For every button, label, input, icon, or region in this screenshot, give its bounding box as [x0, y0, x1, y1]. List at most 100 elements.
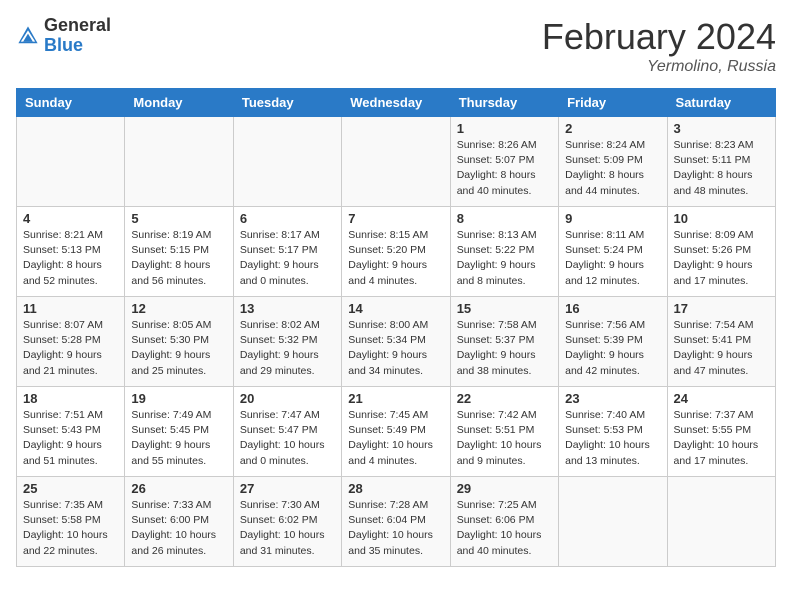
calendar-cell: 1 Sunrise: 8:26 AM Sunset: 5:07 PM Daylig… — [450, 117, 558, 207]
day-info: Sunrise: 8:26 AM Sunset: 5:07 PM Dayligh… — [457, 138, 552, 199]
calendar-cell: 2 Sunrise: 8:24 AM Sunset: 5:09 PM Daylig… — [559, 117, 667, 207]
calendar-week-4: 18 Sunrise: 7:51 AM Sunset: 5:43 PM Dayli… — [17, 387, 776, 477]
calendar-cell: 5Sunrise: 8:19 AM Sunset: 5:15 PM Daylig… — [125, 207, 233, 297]
day-number: 17 — [674, 301, 769, 316]
day-info: Sunrise: 7:42 AM Sunset: 5:51 PM Dayligh… — [457, 408, 552, 469]
header-sunday: Sunday — [17, 89, 125, 117]
day-info: Sunrise: 8:02 AM Sunset: 5:32 PM Dayligh… — [240, 318, 335, 379]
header-thursday: Thursday — [450, 89, 558, 117]
calendar-cell — [17, 117, 125, 207]
day-info: Sunrise: 7:56 AM Sunset: 5:39 PM Dayligh… — [565, 318, 660, 379]
calendar-cell: 4 Sunrise: 8:21 AM Sunset: 5:13 PM Daylig… — [17, 207, 125, 297]
day-info: Sunrise: 7:49 AM Sunset: 5:45 PM Dayligh… — [131, 408, 226, 469]
day-number: 9 — [565, 211, 660, 226]
day-info: Sunrise: 7:37 AM Sunset: 5:55 PM Dayligh… — [674, 408, 769, 469]
calendar-cell — [667, 477, 775, 567]
calendar-cell: 18 Sunrise: 7:51 AM Sunset: 5:43 PM Dayli… — [17, 387, 125, 477]
day-number: 11 — [23, 301, 118, 316]
calendar-cell: 13 Sunrise: 8:02 AM Sunset: 5:32 PM Dayli… — [233, 297, 341, 387]
day-info: Sunrise: 7:47 AM Sunset: 5:47 PM Dayligh… — [240, 408, 335, 469]
day-info: Sunrise: 7:58 AM Sunset: 5:37 PM Dayligh… — [457, 318, 552, 379]
day-number: 19 — [131, 391, 226, 406]
day-info: Sunrise: 8:24 AM Sunset: 5:09 PM Dayligh… — [565, 138, 660, 199]
title-block: February 2024 Yermolino, Russia — [542, 16, 776, 76]
calendar-cell: 24 Sunrise: 7:37 AM Sunset: 5:55 PM Dayli… — [667, 387, 775, 477]
day-number: 13 — [240, 301, 335, 316]
day-number: 22 — [457, 391, 552, 406]
day-info: Sunrise: 8:17 AM Sunset: 5:17 PM Dayligh… — [240, 228, 335, 289]
calendar-cell — [559, 477, 667, 567]
calendar-cell: 14 Sunrise: 8:00 AM Sunset: 5:34 PM Dayli… — [342, 297, 450, 387]
day-info: Sunrise: 8:11 AM Sunset: 5:24 PM Dayligh… — [565, 228, 660, 289]
day-number: 16 — [565, 301, 660, 316]
calendar-cell: 20 Sunrise: 7:47 AM Sunset: 5:47 PM Dayli… — [233, 387, 341, 477]
day-number: 2 — [565, 121, 660, 136]
day-number: 20 — [240, 391, 335, 406]
calendar-cell: 25 Sunrise: 7:35 AM Sunset: 5:58 PM Dayli… — [17, 477, 125, 567]
header-friday: Friday — [559, 89, 667, 117]
day-info: Sunrise: 8:00 AM Sunset: 5:34 PM Dayligh… — [348, 318, 443, 379]
day-number: 18 — [23, 391, 118, 406]
calendar-cell: 27 Sunrise: 7:30 AM Sunset: 6:02 PM Dayli… — [233, 477, 341, 567]
day-info: Sunrise: 8:07 AM Sunset: 5:28 PM Dayligh… — [23, 318, 118, 379]
day-number: 8 — [457, 211, 552, 226]
day-info: Sunrise: 7:51 AM Sunset: 5:43 PM Dayligh… — [23, 408, 118, 469]
month-year: February 2024 — [542, 16, 776, 58]
calendar-cell: 16 Sunrise: 7:56 AM Sunset: 5:39 PM Dayli… — [559, 297, 667, 387]
calendar-cell: 21 Sunrise: 7:45 AM Sunset: 5:49 PM Dayli… — [342, 387, 450, 477]
calendar-week-2: 4 Sunrise: 8:21 AM Sunset: 5:13 PM Daylig… — [17, 207, 776, 297]
calendar-cell: 15 Sunrise: 7:58 AM Sunset: 5:37 PM Dayli… — [450, 297, 558, 387]
day-info: Sunrise: 7:45 AM Sunset: 5:49 PM Dayligh… — [348, 408, 443, 469]
calendar-cell: 9 Sunrise: 8:11 AM Sunset: 5:24 PM Daylig… — [559, 207, 667, 297]
day-info: Sunrise: 7:35 AM Sunset: 5:58 PM Dayligh… — [23, 498, 118, 559]
day-number: 14 — [348, 301, 443, 316]
day-info: Sunrise: 7:33 AM Sunset: 6:00 PM Dayligh… — [131, 498, 226, 559]
calendar-cell: 26 Sunrise: 7:33 AM Sunset: 6:00 PM Dayli… — [125, 477, 233, 567]
day-number: 24 — [674, 391, 769, 406]
location: Yermolino, Russia — [542, 58, 776, 76]
logo-icon — [16, 24, 40, 48]
day-info: Sunrise: 8:15 AM Sunset: 5:20 PM Dayligh… — [348, 228, 443, 289]
logo: General Blue — [16, 16, 111, 56]
day-number: 7 — [348, 211, 443, 226]
day-number: 10 — [674, 211, 769, 226]
calendar-cell: 28 Sunrise: 7:28 AM Sunset: 6:04 PM Dayli… — [342, 477, 450, 567]
calendar-cell: 6 Sunrise: 8:17 AM Sunset: 5:17 PM Daylig… — [233, 207, 341, 297]
day-number: 15 — [457, 301, 552, 316]
calendar-cell: 17 Sunrise: 7:54 AM Sunset: 5:41 PM Dayli… — [667, 297, 775, 387]
calendar-header-row: SundayMondayTuesdayWednesdayThursdayFrid… — [17, 89, 776, 117]
day-info: Sunrise: 8:13 AM Sunset: 5:22 PM Dayligh… — [457, 228, 552, 289]
calendar-cell: 29 Sunrise: 7:25 AM Sunset: 6:06 PM Dayli… — [450, 477, 558, 567]
day-info: Sunrise: 7:25 AM Sunset: 6:06 PM Dayligh… — [457, 498, 552, 559]
day-info: Sunrise: 7:54 AM Sunset: 5:41 PM Dayligh… — [674, 318, 769, 379]
day-number: 3 — [674, 121, 769, 136]
header-monday: Monday — [125, 89, 233, 117]
day-number: 21 — [348, 391, 443, 406]
calendar-table: SundayMondayTuesdayWednesdayThursdayFrid… — [16, 88, 776, 567]
logo-general-text: General — [44, 16, 111, 36]
day-info: Sunrise: 8:05 AM Sunset: 5:30 PM Dayligh… — [131, 318, 226, 379]
calendar-cell: 23Sunrise: 7:40 AM Sunset: 5:53 PM Dayli… — [559, 387, 667, 477]
day-number: 28 — [348, 481, 443, 496]
day-number: 26 — [131, 481, 226, 496]
day-info: Sunrise: 7:28 AM Sunset: 6:04 PM Dayligh… — [348, 498, 443, 559]
day-info: Sunrise: 7:30 AM Sunset: 6:02 PM Dayligh… — [240, 498, 335, 559]
day-number: 27 — [240, 481, 335, 496]
calendar-cell: 8 Sunrise: 8:13 AM Sunset: 5:22 PM Daylig… — [450, 207, 558, 297]
day-number: 1 — [457, 121, 552, 136]
calendar-week-3: 11 Sunrise: 8:07 AM Sunset: 5:28 PM Dayli… — [17, 297, 776, 387]
day-info: Sunrise: 8:09 AM Sunset: 5:26 PM Dayligh… — [674, 228, 769, 289]
calendar-week-1: 1 Sunrise: 8:26 AM Sunset: 5:07 PM Daylig… — [17, 117, 776, 207]
header-tuesday: Tuesday — [233, 89, 341, 117]
day-number: 6 — [240, 211, 335, 226]
day-number: 23 — [565, 391, 660, 406]
calendar-cell: 12 Sunrise: 8:05 AM Sunset: 5:30 PM Dayli… — [125, 297, 233, 387]
day-number: 29 — [457, 481, 552, 496]
page-header: General Blue February 2024 Yermolino, Ru… — [16, 16, 776, 76]
day-info: Sunrise: 8:19 AM Sunset: 5:15 PM Dayligh… — [131, 228, 226, 289]
day-number: 12 — [131, 301, 226, 316]
day-info: Sunrise: 8:21 AM Sunset: 5:13 PM Dayligh… — [23, 228, 118, 289]
day-number: 4 — [23, 211, 118, 226]
calendar-cell: 3Sunrise: 8:23 AM Sunset: 5:11 PM Daylig… — [667, 117, 775, 207]
day-number: 25 — [23, 481, 118, 496]
